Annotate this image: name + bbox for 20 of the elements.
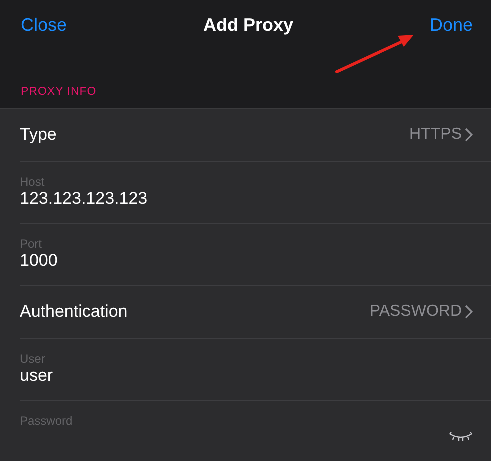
screen-title: Add Proxy: [203, 14, 294, 36]
input-field[interactable]: 1000: [20, 251, 320, 271]
row-label: Authentication: [20, 302, 129, 322]
section-header: PROXY INFO: [21, 86, 97, 98]
field-label: User: [20, 352, 46, 366]
close-button[interactable]: Close: [21, 14, 68, 36]
chevron-icon: [465, 128, 473, 142]
select-row[interactable]: Type HTTPS: [20, 109, 491, 162]
input-field[interactable]: 123.123.123.123: [20, 189, 320, 209]
row-value: PASSWORD: [370, 303, 462, 321]
row-value: HTTPS: [410, 126, 462, 144]
field-label: Port: [20, 237, 44, 251]
field-label: Password: [20, 414, 74, 428]
closed-eye-icon[interactable]: [449, 432, 473, 442]
input-field[interactable]: user: [20, 366, 320, 386]
select-row[interactable]: Authentication PASSWORD: [20, 286, 491, 339]
chevron-icon: [465, 305, 473, 319]
row-label: Type: [20, 125, 58, 145]
field-label: Host: [20, 175, 46, 189]
done-button[interactable]: Done: [430, 14, 473, 36]
